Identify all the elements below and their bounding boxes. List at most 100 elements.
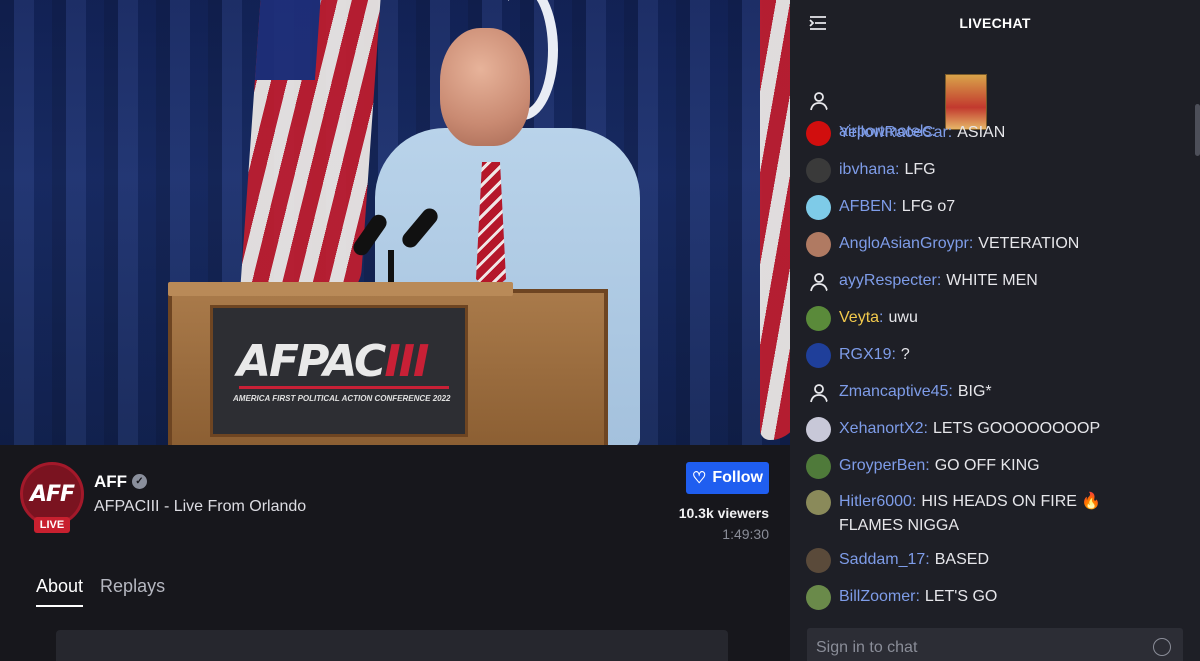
chat-text: VETERATION bbox=[978, 235, 1080, 252]
chat-text: BIG* bbox=[957, 383, 992, 400]
podium-top bbox=[168, 282, 513, 296]
chat-message-body: Zmancaptive45: BIG* bbox=[839, 380, 992, 404]
chat-scrollbar[interactable] bbox=[1195, 104, 1200, 156]
chat-message-body: Saddam_17: BASED bbox=[839, 548, 989, 572]
chat-separator: : bbox=[936, 272, 942, 289]
user-icon[interactable] bbox=[806, 269, 831, 294]
chat-separator: : bbox=[925, 457, 930, 474]
chat-text: ? bbox=[900, 346, 910, 363]
us-flag bbox=[760, 0, 790, 440]
chat-message-body: AngloAsianGroypr: VETERATION bbox=[839, 232, 1079, 256]
follow-button[interactable]: ♡ Follow bbox=[686, 462, 769, 494]
chat-separator: : bbox=[891, 346, 896, 363]
chat-text: BASED bbox=[934, 551, 989, 568]
chat-user-avatar[interactable] bbox=[806, 195, 831, 220]
chat-user-avatar[interactable] bbox=[806, 417, 831, 442]
chat-separator: : bbox=[892, 198, 897, 215]
channel-name[interactable]: AFF bbox=[94, 472, 127, 492]
chat-username[interactable]: AFBEN bbox=[839, 198, 892, 215]
chat-message: Saddam_17: BASED bbox=[806, 548, 1166, 573]
speaker-head bbox=[440, 28, 530, 146]
user-icon[interactable] bbox=[806, 88, 831, 113]
chat-message-body: Veyta: uwu bbox=[839, 306, 918, 330]
afpac-tagline: AMERICA FIRST POLITICAL ACTION CONFERENC… bbox=[233, 394, 451, 403]
chat-separator: : bbox=[911, 493, 917, 510]
channel-tabs: About Replays bbox=[36, 576, 165, 607]
chat-message-body: RGX19:? bbox=[839, 343, 910, 367]
chat-message: AngloAsianGroypr: VETERATION bbox=[806, 232, 1166, 257]
chat-user-avatar[interactable] bbox=[806, 490, 831, 515]
chat-user-avatar[interactable] bbox=[806, 121, 831, 146]
chat-text: GO OFF KING bbox=[934, 457, 1040, 474]
chat-username[interactable]: ayyRespecter bbox=[839, 272, 937, 289]
chat-title: LIVECHAT bbox=[959, 15, 1031, 31]
live-chat: LIVECHAT airportmotels: YellowRaceCar: ASI… bbox=[790, 0, 1200, 661]
user-icon[interactable] bbox=[806, 380, 831, 405]
follow-label: Follow bbox=[712, 469, 763, 486]
chat-username[interactable]: Hitler6000 bbox=[839, 493, 912, 510]
chat-message-body: YellowRaceCar: ASIAN bbox=[839, 121, 1005, 145]
chat-username[interactable]: RGX19 bbox=[839, 346, 891, 363]
chat-message: Veyta: uwu bbox=[806, 306, 1166, 331]
video-player[interactable]: AFPACIII AMERICA FIRST POLITICAL ACTION … bbox=[0, 0, 790, 445]
chat-message-body: ibvhana: LFG bbox=[839, 158, 936, 182]
chat-separator: : bbox=[947, 124, 953, 141]
heart-icon: ♡ bbox=[692, 470, 707, 487]
chat-input[interactable]: Sign in to chat bbox=[807, 628, 1183, 661]
verified-icon: ✓ bbox=[132, 474, 147, 489]
chat-username[interactable]: GroyperBen bbox=[839, 457, 925, 474]
chat-separator: : bbox=[895, 161, 900, 178]
chat-message: GroyperBen: GO OFF KING bbox=[806, 454, 1166, 479]
chat-user-avatar[interactable] bbox=[806, 306, 831, 331]
chat-username[interactable]: Veyta bbox=[839, 309, 879, 326]
emote-icon[interactable] bbox=[1153, 638, 1171, 656]
chat-username[interactable]: XehanortX2 bbox=[839, 420, 924, 437]
chat-message-body: Hitler6000: HIS HEADS ON FIRE 🔥 FLAMES NI… bbox=[839, 490, 1166, 538]
chat-username[interactable]: YellowRaceCar bbox=[839, 124, 948, 141]
stream-title: AFPACIII - Live From Orlando bbox=[94, 498, 307, 515]
chat-message: XehanortX2: LETS GOOOOOOOOP bbox=[806, 417, 1166, 442]
chat-separator: : bbox=[968, 235, 974, 252]
chat-separator: : bbox=[879, 309, 884, 326]
chat-user-avatar[interactable] bbox=[806, 454, 831, 479]
tab-replays[interactable]: Replays bbox=[100, 576, 165, 607]
chat-separator: : bbox=[923, 420, 928, 437]
podium-sign: AFPACIII AMERICA FIRST POLITICAL ACTION … bbox=[210, 305, 468, 437]
chat-user-avatar[interactable] bbox=[806, 548, 831, 573]
chat-message-body: BillZoomer: LET'S GO bbox=[839, 585, 997, 609]
live-badge: LIVE bbox=[34, 517, 70, 533]
stream-uptime: 1:49:30 bbox=[722, 526, 769, 542]
chat-text: LFG bbox=[904, 161, 936, 178]
chat-message: Hitler6000: HIS HEADS ON FIRE 🔥 FLAMES NI… bbox=[806, 490, 1166, 538]
chat-username[interactable]: Zmancaptive45 bbox=[839, 383, 948, 400]
chat-message: Zmancaptive45: BIG* bbox=[806, 380, 1166, 405]
chat-text: WHITE MEN bbox=[946, 272, 1038, 289]
chat-username[interactable]: ibvhana bbox=[839, 161, 895, 178]
chat-user-avatar[interactable] bbox=[806, 232, 831, 257]
chat-user-avatar[interactable] bbox=[806, 343, 831, 368]
afpac-logo: AFPACIII bbox=[237, 336, 429, 387]
logo-underline bbox=[239, 386, 449, 389]
chat-message-body: ayyRespecter: WHITE MEN bbox=[839, 269, 1038, 293]
chat-text: LETS GOOOOOOOOP bbox=[932, 420, 1101, 437]
chat-text: LET'S GO bbox=[924, 588, 998, 605]
chat-input-placeholder: Sign in to chat bbox=[816, 639, 918, 656]
chat-message: AFBEN: LFG o7 bbox=[806, 195, 1166, 220]
chat-username[interactable]: AngloAsianGroypr bbox=[839, 235, 969, 252]
chat-text: ASIAN bbox=[957, 124, 1006, 141]
chat-message-body: AFBEN: LFG o7 bbox=[839, 195, 955, 219]
chat-message: ayyRespecter: WHITE MEN bbox=[806, 269, 1166, 294]
chat-username[interactable]: BillZoomer bbox=[839, 588, 915, 605]
chat-text: LFG o7 bbox=[901, 198, 956, 215]
chat-user-avatar[interactable] bbox=[806, 158, 831, 183]
tab-about[interactable]: About bbox=[36, 576, 84, 607]
collapse-chat-icon[interactable] bbox=[808, 13, 828, 33]
chat-message-body: GroyperBen: GO OFF KING bbox=[839, 454, 1040, 478]
chat-message: YellowRaceCar: ASIAN bbox=[806, 121, 1166, 146]
chat-username[interactable]: Saddam_17 bbox=[839, 551, 925, 568]
chat-message: ibvhana: LFG bbox=[806, 158, 1166, 183]
viewer-count: 10.3k viewers bbox=[678, 505, 769, 521]
chat-message: BillZoomer: LET'S GO bbox=[806, 585, 1166, 610]
chat-user-avatar[interactable] bbox=[806, 585, 831, 610]
chat-text: uwu bbox=[888, 309, 918, 326]
